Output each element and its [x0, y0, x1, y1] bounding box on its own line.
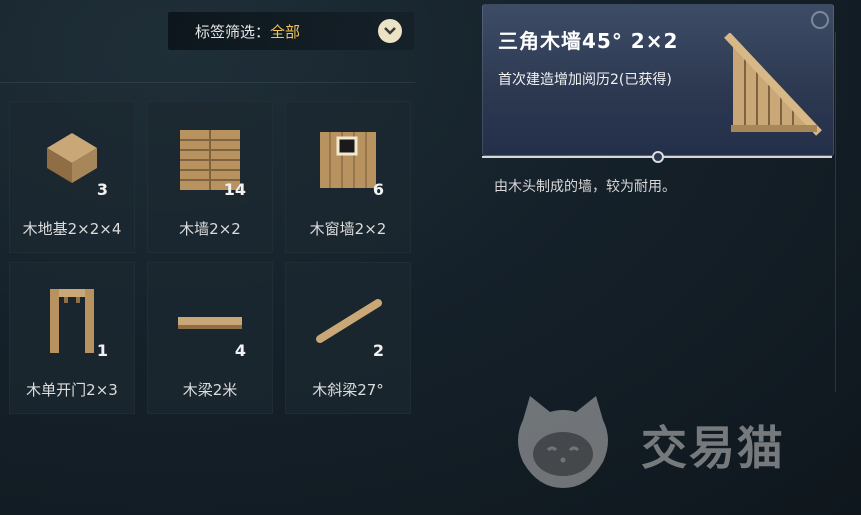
- wood-window-wall-icon: [320, 132, 376, 188]
- item-tile[interactable]: 6 木窗墙2×2: [285, 101, 411, 253]
- item-tile[interactable]: 4 木梁2米: [147, 262, 273, 414]
- corner-ornament-icon: [811, 11, 829, 29]
- item-name: 木梁2米: [182, 381, 238, 399]
- divider: [0, 82, 415, 83]
- item-tile[interactable]: 3 木地基2×2×4: [9, 101, 135, 253]
- item-tile[interactable]: 2 木斜梁27°: [285, 262, 411, 414]
- item-quantity: 1: [96, 341, 108, 360]
- item-name: 木地基2×2×4: [22, 220, 122, 238]
- filter-label: 标签筛选：: [195, 22, 271, 41]
- cat-logo-icon: [518, 396, 608, 488]
- detail-header: 三角木墙45° 2×2 首次建造增加阅历2(已获得): [482, 4, 834, 156]
- item-quantity: 4: [234, 341, 246, 360]
- watermark-text: 交易猫: [641, 421, 785, 475]
- item-quantity: 3: [96, 180, 108, 199]
- item-tile[interactable]: 14 木墙2×2: [147, 101, 273, 253]
- divider-dot-icon: [652, 151, 664, 163]
- wood-beam-icon: [178, 317, 242, 329]
- filter-value: 全部: [270, 22, 301, 41]
- watermark: 交易猫: [508, 392, 838, 492]
- chevron-down-icon[interactable]: [378, 19, 402, 43]
- item-name: 木斜梁27°: [312, 381, 384, 399]
- item-tile[interactable]: 1 木单开门2×3: [9, 262, 135, 414]
- wood-foundation-icon: [47, 133, 97, 183]
- tag-filter-bar[interactable]: 标签筛选： 全部: [168, 12, 414, 50]
- detail-subtitle: 首次建造增加阅历2(已获得): [498, 72, 672, 88]
- divider: [835, 32, 836, 392]
- item-detail-panel: 三角木墙45° 2×2 首次建造增加阅历2(已获得) 由木头制成的墙，较为耐用。: [482, 4, 836, 424]
- detail-title: 三角木墙45° 2×2: [498, 29, 679, 53]
- item-name: 木单开门2×3: [26, 381, 118, 399]
- wood-door-icon: [50, 289, 94, 353]
- item-name: 木窗墙2×2: [309, 220, 387, 238]
- triangle-wood-wall-icon: [724, 33, 822, 136]
- item-quantity: 14: [223, 180, 246, 199]
- item-quantity: 6: [372, 180, 384, 199]
- item-name: 木墙2×2: [179, 220, 241, 238]
- detail-description: 由木头制成的墙，较为耐用。: [494, 179, 676, 195]
- item-quantity: 2: [372, 341, 384, 360]
- wood-slant-beam-icon: [316, 299, 382, 343]
